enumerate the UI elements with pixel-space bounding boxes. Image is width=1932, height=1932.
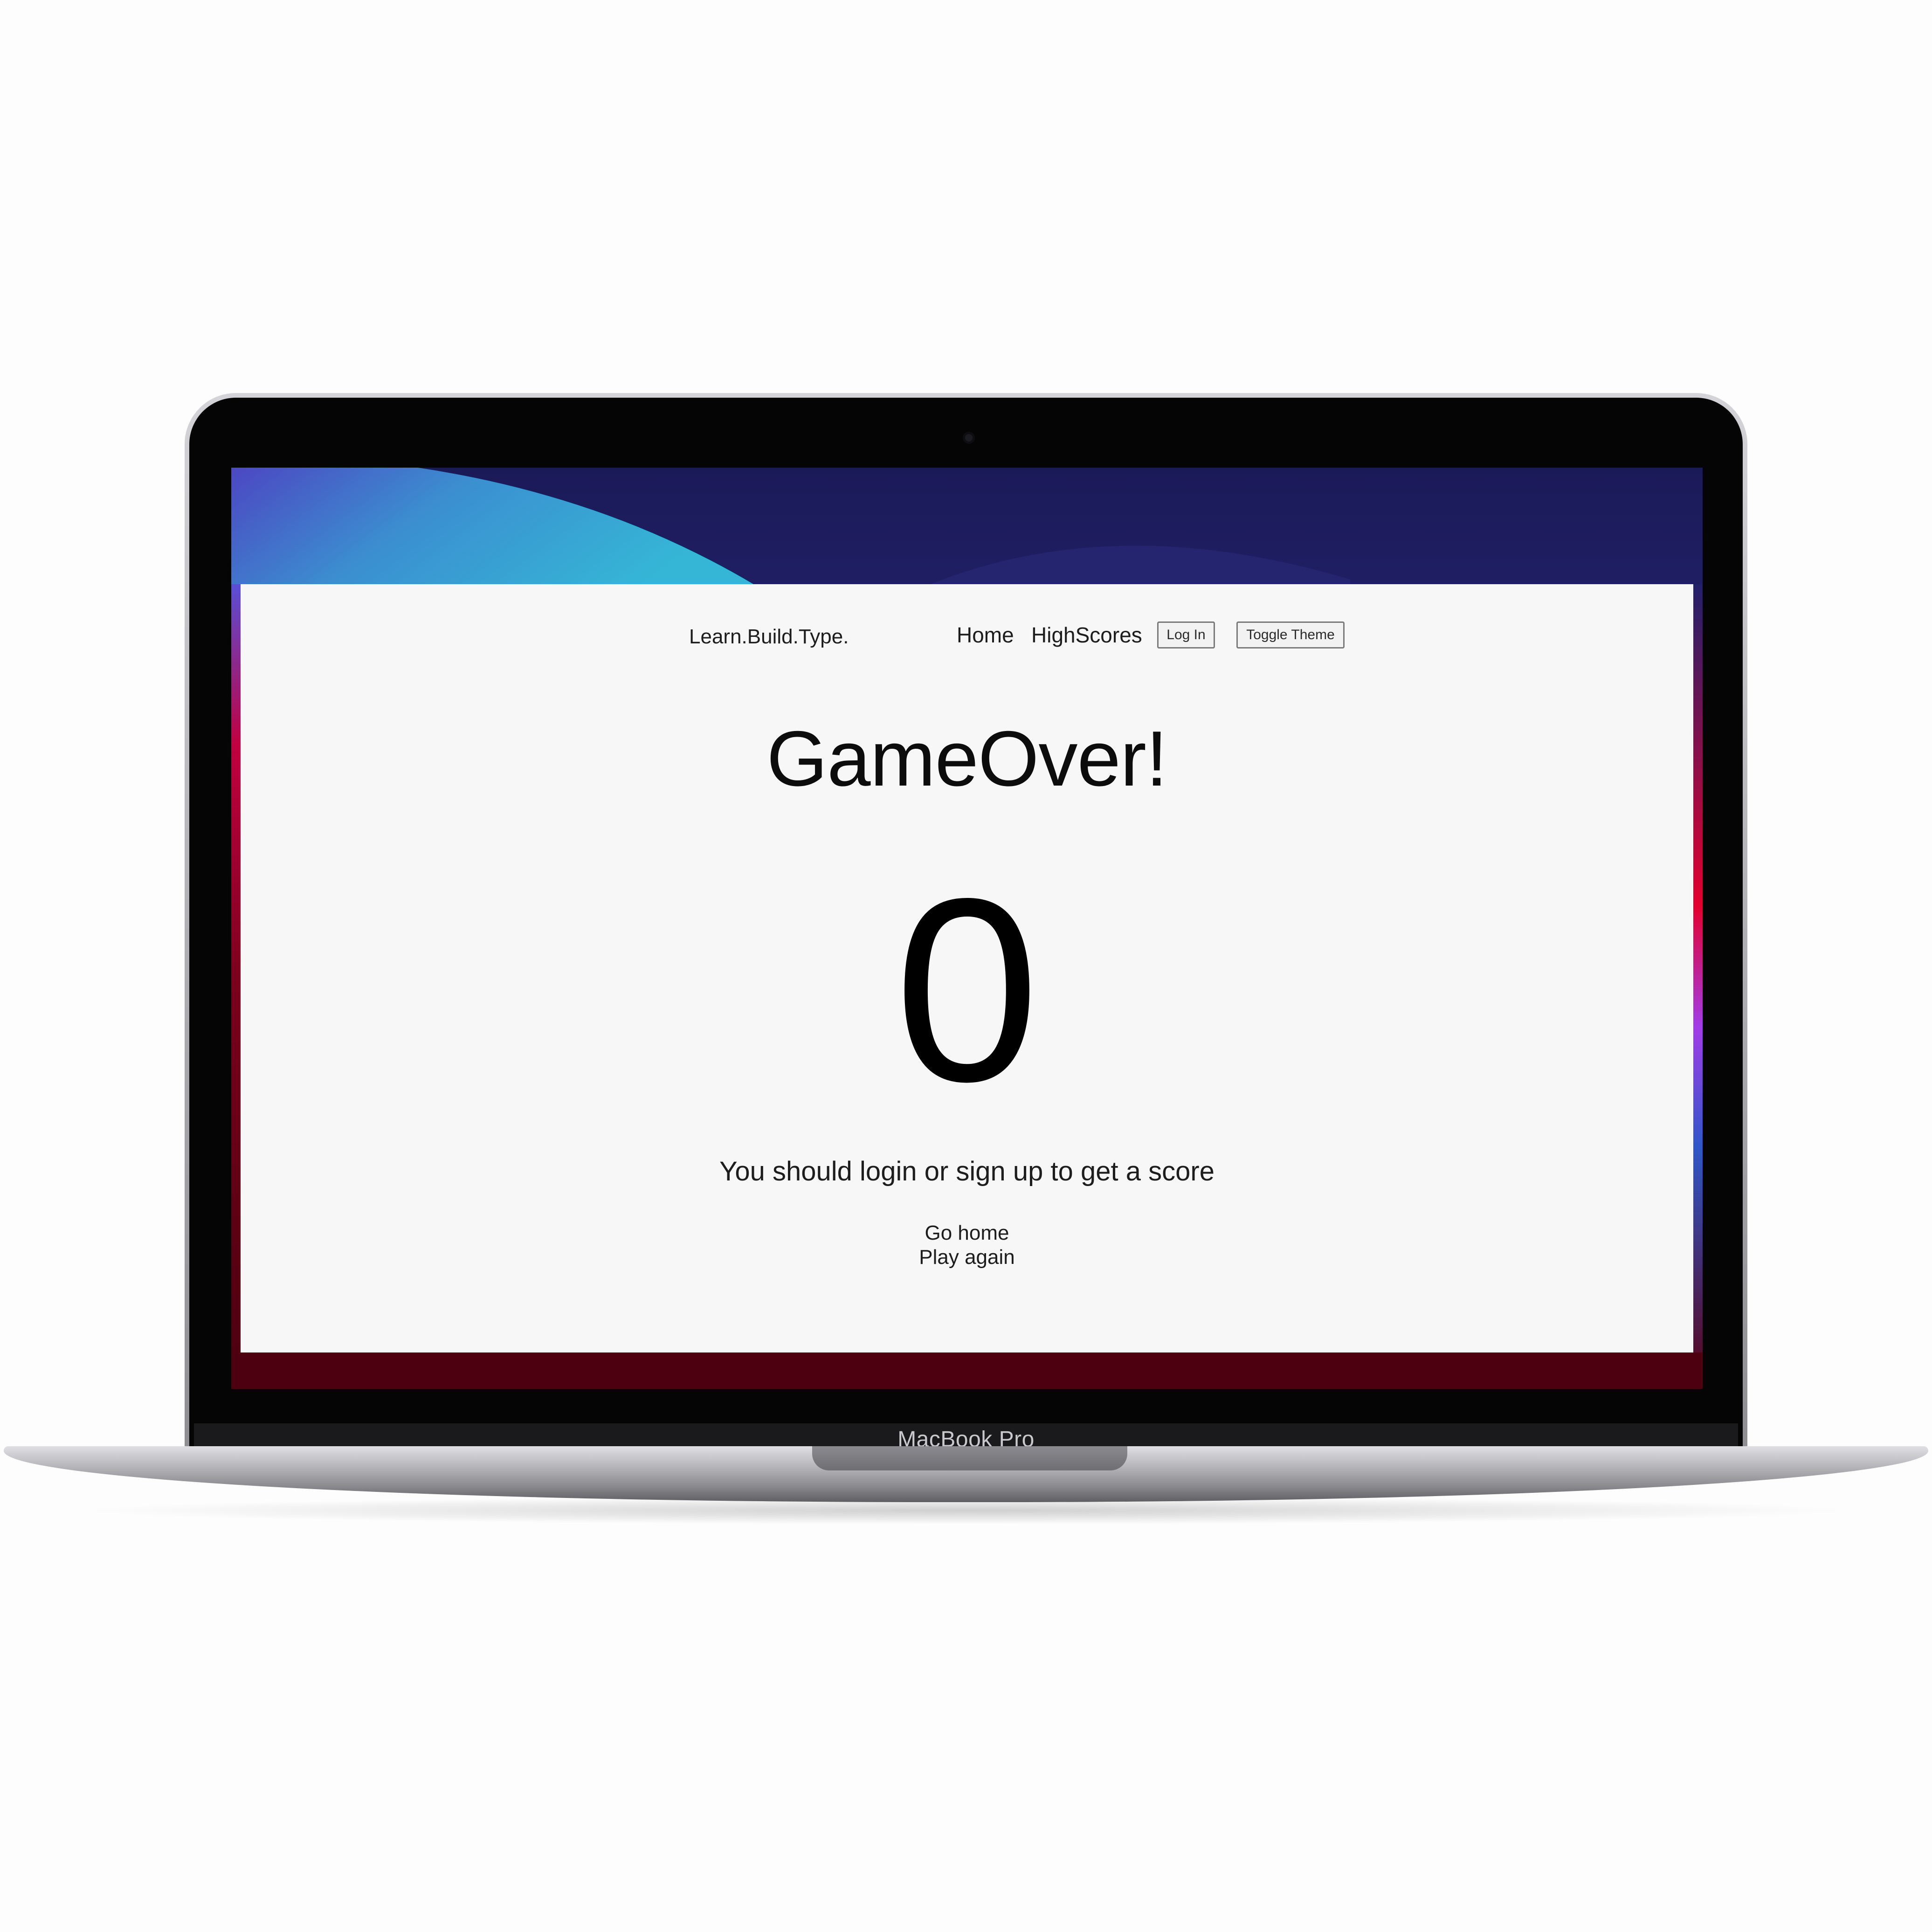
camera-icon — [965, 434, 973, 442]
laptop-base — [4, 1446, 1928, 1502]
action-links: Go home Play again — [241, 1221, 1693, 1270]
score-display: 0 — [894, 844, 1040, 1136]
nav-home-link[interactable]: Home — [957, 622, 1014, 648]
lid-notch — [812, 1446, 1127, 1470]
desktop-screen: Learn.Build.Type. Home HighScores Log In… — [231, 468, 1703, 1389]
navbar: Learn.Build.Type. Home HighScores Log In… — [241, 617, 1693, 654]
login-button[interactable]: Log In — [1157, 621, 1215, 649]
login-prompt-message: You should login or sign up to get a sco… — [719, 1156, 1214, 1187]
laptop-mockup: MacBook Pro Learn.Build.Type. Home HighS… — [0, 0, 1932, 1932]
browser-page: Learn.Build.Type. Home HighScores Log In… — [241, 584, 1693, 1352]
nav-highscores-link[interactable]: HighScores — [1031, 622, 1142, 648]
site-logo[interactable]: Learn.Build.Type. — [689, 625, 849, 649]
go-home-link[interactable]: Go home — [241, 1221, 1693, 1245]
play-again-link[interactable]: Play again — [241, 1245, 1693, 1270]
game-over-title: GameOver! — [766, 715, 1167, 802]
toggle-theme-button[interactable]: Toggle Theme — [1236, 621, 1345, 649]
